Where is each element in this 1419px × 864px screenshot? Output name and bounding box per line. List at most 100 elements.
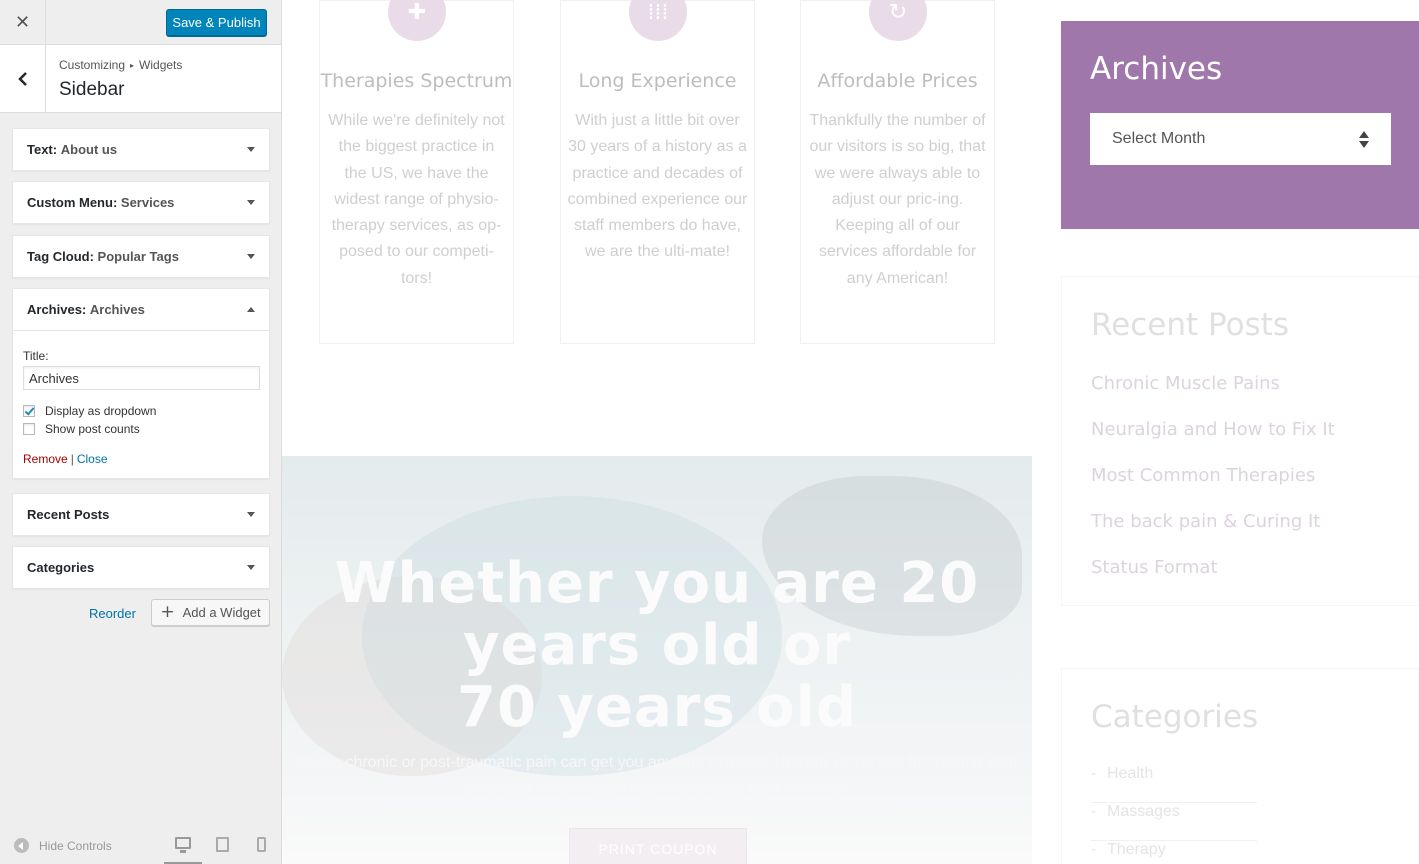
archives-title: Archives — [1090, 51, 1223, 87]
feature-title: Long Experience — [578, 70, 737, 92]
hero-banner: Whether you are 20 years old or 70 years… — [282, 456, 1032, 864]
collapse-arrow-icon[interactable] — [247, 307, 255, 312]
widget-title: Archives: Archives — [27, 302, 145, 317]
month-select-value: Select Month — [1112, 130, 1206, 147]
widget-actions: Remove | Close — [23, 452, 259, 466]
breadcrumb-customizing: Customizing — [59, 58, 126, 72]
expand-arrow-icon[interactable] — [247, 254, 255, 259]
hero-title: Whether you are 20 years old or 70 years… — [282, 553, 1032, 739]
refresh-icon: ↻ — [869, 0, 927, 41]
site-preview: ✚ Therapies Spectrum While we're definit… — [282, 0, 1419, 864]
show-counts-label: Show post counts — [45, 422, 140, 436]
widget-instance-title: Popular Tags — [97, 249, 179, 264]
select-arrows-icon — [1359, 131, 1369, 148]
post-link[interactable]: Neuralgia and How to Fix It — [1091, 419, 1335, 440]
remove-link[interactable]: Remove — [23, 452, 68, 466]
tablet-preview-icon[interactable] — [216, 837, 229, 852]
post-link[interactable]: The back pain & Curing It — [1091, 511, 1320, 532]
month-select[interactable]: Select Month — [1090, 113, 1391, 165]
hero-title-line: 70 years old — [457, 675, 857, 740]
show-counts-option[interactable]: Show post counts — [23, 422, 259, 436]
categories-title: Categories — [1091, 699, 1259, 735]
widget-recent-posts[interactable]: Recent Posts — [12, 493, 270, 536]
breadcrumb: Customizing ▸ Widgets — [59, 58, 182, 72]
expand-arrow-icon[interactable] — [247, 565, 255, 570]
breadcrumb-separator-icon: ▸ — [130, 61, 135, 70]
chevron-left-icon — [17, 72, 27, 86]
puzzle-icon: ✚ — [388, 0, 446, 41]
widget-title: Tag Cloud: Popular Tags — [27, 249, 179, 264]
feature-card: ✚ Therapies Spectrum While we're definit… — [319, 0, 514, 344]
category-item[interactable]: Therapy — [1091, 841, 1257, 864]
title-field-label: Title: — [23, 349, 49, 363]
customizer-panel: ✕ Save & Publish Customizing ▸ Widgets Sid… — [0, 0, 282, 864]
feature-text: While we're definitely not the biggest p… — [328, 112, 505, 287]
widget-type: Text: — [27, 142, 58, 157]
save-publish-button[interactable]: Save & Publish — [166, 9, 267, 36]
widget-form: Title: Display as dropdown Show post cou… — [13, 330, 269, 478]
widget-type: Tag Cloud: — [27, 249, 94, 264]
category-item[interactable]: Health — [1091, 765, 1257, 803]
widget-header[interactable]: Tag Cloud: Popular Tags — [13, 236, 269, 277]
hide-controls-button[interactable]: Hide Controls — [14, 838, 112, 853]
back-button[interactable] — [0, 45, 46, 113]
recent-posts-widget: Recent Posts Chronic Muscle Pains Neural… — [1061, 276, 1419, 606]
widget-categories[interactable]: Categories — [12, 546, 270, 589]
customizer-header-actions: ✕ Save & Publish — [0, 0, 281, 45]
post-link[interactable]: Most Common Therapies — [1091, 465, 1315, 486]
close-icon[interactable]: ✕ — [0, 0, 46, 45]
post-link[interactable]: Status Format — [1091, 557, 1218, 578]
widget-archives-expanded: Archives: Archives Title: Display as dro… — [12, 288, 270, 479]
widget-header[interactable]: Custom Menu: Services — [13, 182, 269, 223]
section-title: Sidebar — [59, 79, 125, 100]
section-header: Customizing ▸ Widgets Sidebar — [0, 45, 281, 113]
widget-text-about-us[interactable]: Text: About us — [12, 128, 270, 171]
breadcrumb-widgets: Widgets — [139, 58, 183, 72]
add-widget-label: Add a Widget — [182, 605, 261, 620]
site-sidebar: Archives Select Month Recent Posts Chron… — [1061, 0, 1419, 864]
widget-header[interactable]: Text: About us — [13, 129, 269, 170]
feature-text: Thankfully the number of our visitors is… — [809, 112, 986, 287]
add-widget-button[interactable]: + Add a Widget — [151, 599, 270, 626]
category-item[interactable]: Massages — [1091, 803, 1257, 841]
widget-type: Archives: — [27, 302, 87, 317]
widget-type: Categories — [27, 560, 95, 575]
desktop-preview-icon[interactable] — [175, 837, 191, 853]
reorder-link[interactable]: Reorder — [89, 606, 136, 621]
expand-arrow-icon[interactable] — [247, 512, 255, 517]
display-dropdown-label: Display as dropdown — [45, 404, 157, 418]
mobile-preview-icon[interactable] — [257, 837, 266, 852]
widget-type: Recent Posts — [27, 507, 110, 522]
widget-tag-cloud-popular-tags[interactable]: Tag Cloud: Popular Tags — [12, 235, 270, 278]
widget-title: Categories — [27, 560, 94, 575]
hero-title-line: Whether you are 20 — [334, 551, 980, 616]
display-dropdown-option[interactable]: Display as dropdown — [23, 404, 259, 418]
widget-title: Recent Posts — [27, 507, 109, 522]
expand-arrow-icon[interactable] — [247, 147, 255, 152]
close-link[interactable]: Close — [77, 452, 108, 466]
customizer-footer: Hide Controls — [0, 824, 281, 864]
hero-title-line: years old or — [462, 613, 852, 678]
widget-header[interactable]: Recent Posts — [13, 494, 269, 535]
print-coupon-button[interactable]: PRINT COUPON — [569, 828, 747, 864]
widget-type: Custom Menu: — [27, 195, 118, 210]
feature-title: Affordable Prices — [817, 70, 978, 92]
widget-title: Custom Menu: Services — [27, 195, 174, 210]
expand-arrow-icon[interactable] — [247, 200, 255, 205]
feature-title: Therapies Spectrum — [320, 70, 513, 92]
widget-instance-title: About us — [60, 142, 118, 157]
dots-grid-icon: ⁞⁞⁞ — [629, 0, 687, 41]
hero-subtitle: Acute, chronic or post-traumatic pain ca… — [295, 754, 1019, 797]
hide-controls-label: Hide Controls — [39, 838, 112, 853]
recent-posts-title: Recent Posts — [1091, 307, 1290, 343]
display-dropdown-checkbox[interactable] — [23, 405, 35, 417]
title-input[interactable] — [23, 366, 260, 390]
post-link[interactable]: Chronic Muscle Pains — [1091, 373, 1280, 394]
widget-title: Text: About us — [27, 142, 117, 157]
widget-custom-menu-services[interactable]: Custom Menu: Services — [12, 181, 270, 224]
widget-header[interactable]: Archives: Archives — [13, 289, 269, 330]
widget-header[interactable]: Categories — [13, 547, 269, 588]
collapse-arrow-icon — [14, 838, 29, 853]
widget-instance-title: Services — [120, 195, 175, 210]
show-counts-checkbox[interactable] — [23, 423, 35, 435]
